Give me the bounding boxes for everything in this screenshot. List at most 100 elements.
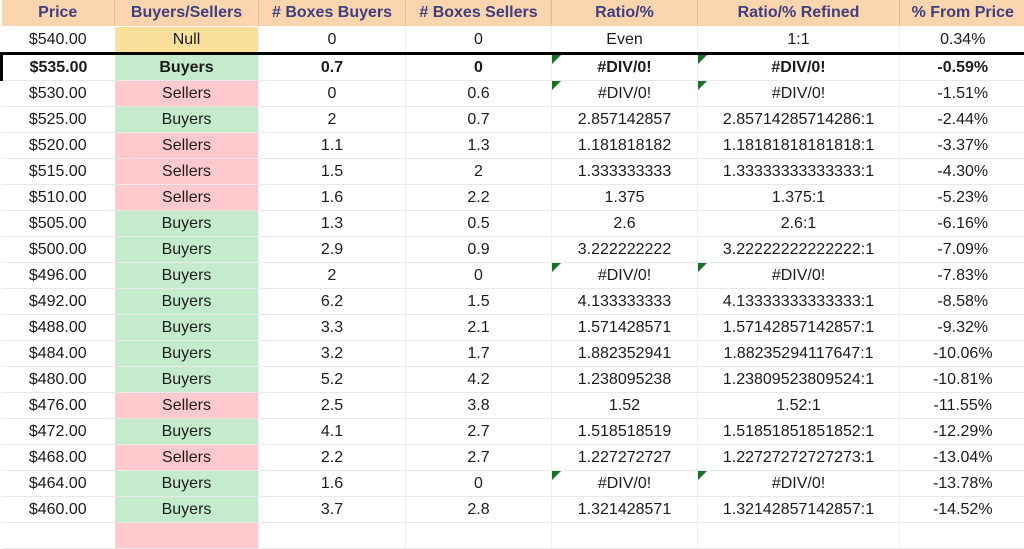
cell-ratio-refined[interactable]: 1.375:1 bbox=[698, 185, 900, 211]
cell-ratio-refined[interactable]: 2.85714285714286:1 bbox=[698, 107, 900, 133]
cell-ratio[interactable]: 4.133333333 bbox=[552, 289, 698, 315]
cell-boxes-buyers[interactable]: 1.3 bbox=[259, 211, 406, 237]
cell-boxes-sellers[interactable]: 4.2 bbox=[406, 367, 552, 393]
cell-boxes-buyers[interactable]: 3.7 bbox=[259, 497, 406, 523]
cell-boxes-buyers[interactable]: 6.2 bbox=[259, 289, 406, 315]
cell-boxes-buyers[interactable]: 2 bbox=[259, 107, 406, 133]
cell-buyers-sellers[interactable]: Buyers bbox=[115, 289, 259, 315]
cell-boxes-sellers[interactable]: 2.1 bbox=[406, 315, 552, 341]
cell-boxes-sellers[interactable]: 0.9 bbox=[406, 237, 552, 263]
cell-buyers-sellers[interactable]: Buyers bbox=[115, 237, 259, 263]
cell-price[interactable]: $525.00 bbox=[2, 107, 115, 133]
cell-boxes-sellers[interactable]: 0 bbox=[406, 471, 552, 497]
cell-boxes-buyers[interactable]: 1.5 bbox=[259, 159, 406, 185]
cell-boxes-sellers[interactable]: 2.7 bbox=[406, 419, 552, 445]
cell-price[interactable]: $510.00 bbox=[2, 185, 115, 211]
cell-price[interactable]: $540.00 bbox=[2, 27, 115, 54]
table-row[interactable]: $540.00Null00Even1:10.34% bbox=[2, 27, 1024, 54]
cell-boxes-buyers[interactable]: 3.2 bbox=[259, 341, 406, 367]
cell-price[interactable]: $476.00 bbox=[2, 393, 115, 419]
cell-boxes-buyers[interactable]: 1.1 bbox=[259, 133, 406, 159]
cell-ratio-refined[interactable]: 1.22727272727273:1 bbox=[698, 445, 900, 471]
cell-ratio-refined[interactable]: 1:1 bbox=[698, 27, 900, 54]
cell-price[interactable]: $500.00 bbox=[2, 237, 115, 263]
cell-pct-from-price[interactable]: -0.59% bbox=[900, 54, 1024, 81]
cell-boxes-sellers[interactable]: 2.2 bbox=[406, 185, 552, 211]
cell-ratio[interactable]: 1.181818182 bbox=[552, 133, 698, 159]
cell-boxes-buyers[interactable]: 2.5 bbox=[259, 393, 406, 419]
cell-boxes-sellers[interactable]: 0.6 bbox=[406, 81, 552, 107]
cell-price[interactable]: $515.00 bbox=[2, 159, 115, 185]
cell-ratio-refined[interactable]: 1.51851851851852:1 bbox=[698, 419, 900, 445]
cell-buyers-sellers[interactable]: Buyers bbox=[115, 107, 259, 133]
cell-boxes-buyers[interactable]: 1.6 bbox=[259, 471, 406, 497]
table-row[interactable]: $488.00Buyers3.32.11.5714285711.57142857… bbox=[2, 315, 1024, 341]
column-header-pct-from-price[interactable]: % From Price bbox=[900, 0, 1024, 27]
table-row[interactable]: $520.00Sellers1.11.31.1818181821.1818181… bbox=[2, 133, 1024, 159]
table-row[interactable]: $530.00Sellers00.6#DIV/0!#DIV/0!-1.51% bbox=[2, 81, 1024, 107]
table-row[interactable] bbox=[2, 523, 1024, 549]
cell-price[interactable]: $488.00 bbox=[2, 315, 115, 341]
column-header-buyers-sellers[interactable]: Buyers/Sellers bbox=[115, 0, 259, 27]
cell-boxes-buyers[interactable]: 2 bbox=[259, 263, 406, 289]
cell-price[interactable] bbox=[2, 523, 115, 549]
cell-buyers-sellers[interactable]: Buyers bbox=[115, 341, 259, 367]
cell-ratio-refined[interactable]: 1.18181818181818:1 bbox=[698, 133, 900, 159]
cell-pct-from-price[interactable]: -13.04% bbox=[900, 445, 1024, 471]
cell-boxes-sellers[interactable]: 1.5 bbox=[406, 289, 552, 315]
cell-ratio-refined[interactable]: #DIV/0! bbox=[698, 263, 900, 289]
cell-price[interactable]: $480.00 bbox=[2, 367, 115, 393]
cell-boxes-buyers[interactable]: 2.2 bbox=[259, 445, 406, 471]
cell-buyers-sellers[interactable]: Sellers bbox=[115, 185, 259, 211]
cell-pct-from-price[interactable] bbox=[900, 523, 1024, 549]
cell-pct-from-price[interactable]: -6.16% bbox=[900, 211, 1024, 237]
cell-boxes-buyers[interactable]: 0.7 bbox=[259, 54, 406, 81]
cell-buyers-sellers[interactable]: Sellers bbox=[115, 445, 259, 471]
cell-price[interactable]: $496.00 bbox=[2, 263, 115, 289]
cell-pct-from-price[interactable]: -10.81% bbox=[900, 367, 1024, 393]
cell-buyers-sellers[interactable]: Buyers bbox=[115, 367, 259, 393]
cell-ratio-refined[interactable]: #DIV/0! bbox=[698, 54, 900, 81]
cell-pct-from-price[interactable]: -3.37% bbox=[900, 133, 1024, 159]
table-row[interactable]: $472.00Buyers4.12.71.5185185191.51851851… bbox=[2, 419, 1024, 445]
table-row[interactable]: $484.00Buyers3.21.71.8823529411.88235294… bbox=[2, 341, 1024, 367]
cell-boxes-sellers[interactable]: 0.5 bbox=[406, 211, 552, 237]
cell-ratio-refined[interactable]: 1.23809523809524:1 bbox=[698, 367, 900, 393]
cell-buyers-sellers[interactable]: Sellers bbox=[115, 393, 259, 419]
cell-pct-from-price[interactable]: -13.78% bbox=[900, 471, 1024, 497]
table-row[interactable]: $525.00Buyers20.72.8571428572.8571428571… bbox=[2, 107, 1024, 133]
cell-buyers-sellers[interactable]: Buyers bbox=[115, 211, 259, 237]
cell-price[interactable]: $460.00 bbox=[2, 497, 115, 523]
cell-ratio-refined[interactable]: 2.6:1 bbox=[698, 211, 900, 237]
cell-ratio[interactable] bbox=[552, 523, 698, 549]
cell-buyers-sellers[interactable]: Buyers bbox=[115, 263, 259, 289]
cell-pct-from-price[interactable]: -5.23% bbox=[900, 185, 1024, 211]
cell-boxes-sellers[interactable]: 1.7 bbox=[406, 341, 552, 367]
cell-ratio[interactable]: #DIV/0! bbox=[552, 81, 698, 107]
cell-buyers-sellers[interactable]: Buyers bbox=[115, 497, 259, 523]
cell-ratio-refined[interactable]: 1.52:1 bbox=[698, 393, 900, 419]
cell-ratio[interactable]: #DIV/0! bbox=[552, 471, 698, 497]
cell-boxes-buyers[interactable]: 5.2 bbox=[259, 367, 406, 393]
cell-pct-from-price[interactable]: -1.51% bbox=[900, 81, 1024, 107]
cell-price[interactable]: $492.00 bbox=[2, 289, 115, 315]
cell-price[interactable]: $468.00 bbox=[2, 445, 115, 471]
cell-ratio[interactable]: 1.882352941 bbox=[552, 341, 698, 367]
cell-boxes-sellers[interactable]: 0.7 bbox=[406, 107, 552, 133]
cell-ratio-refined[interactable] bbox=[698, 523, 900, 549]
column-header-ratio[interactable]: Ratio/% bbox=[552, 0, 698, 27]
cell-buyers-sellers[interactable] bbox=[115, 523, 259, 549]
cell-boxes-sellers[interactable]: 0 bbox=[406, 27, 552, 54]
cell-boxes-buyers[interactable]: 4.1 bbox=[259, 419, 406, 445]
cell-price[interactable]: $530.00 bbox=[2, 81, 115, 107]
cell-buyers-sellers[interactable]: Sellers bbox=[115, 81, 259, 107]
cell-buyers-sellers[interactable]: Sellers bbox=[115, 133, 259, 159]
cell-ratio[interactable]: 2.6 bbox=[552, 211, 698, 237]
cell-price[interactable]: $464.00 bbox=[2, 471, 115, 497]
cell-pct-from-price[interactable]: -11.55% bbox=[900, 393, 1024, 419]
cell-boxes-sellers[interactable]: 0 bbox=[406, 263, 552, 289]
table-row[interactable]: $500.00Buyers2.90.93.2222222223.22222222… bbox=[2, 237, 1024, 263]
cell-ratio-refined[interactable]: 1.32142857142857:1 bbox=[698, 497, 900, 523]
cell-boxes-sellers[interactable]: 3.8 bbox=[406, 393, 552, 419]
cell-boxes-buyers[interactable]: 2.9 bbox=[259, 237, 406, 263]
